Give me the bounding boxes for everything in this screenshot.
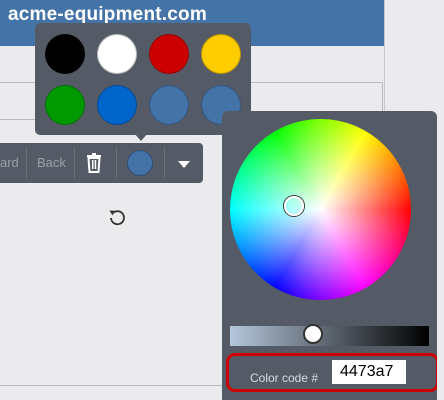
swatch-custom-1[interactable] [149,85,189,125]
brightness-slider[interactable] [230,326,429,346]
swatch-red[interactable] [149,34,189,74]
color-code-label: Color code # [250,371,319,385]
color-code-input[interactable] [332,360,406,384]
color-wheel-handle[interactable] [284,196,304,216]
swatch-green[interactable] [45,85,85,125]
color-wheel[interactable] [230,119,411,300]
color-picker-panel: Color code # [222,111,439,400]
forward-button[interactable]: ard [0,155,19,170]
toolbar-separator [164,148,165,178]
rotate-icon[interactable] [107,207,127,227]
page-margin [437,111,444,400]
swatch-popup [35,23,251,135]
swatch-yellow[interactable] [201,34,241,74]
current-color-button[interactable] [127,150,153,176]
brightness-slider-handle[interactable] [303,324,323,344]
popup-pointer [134,133,148,141]
color-code-field: Color code # [226,353,439,392]
swatch-blue[interactable] [97,85,137,125]
toolbar-separator [26,148,27,178]
toolbar-separator [74,148,75,178]
swatch-white[interactable] [97,34,137,74]
trash-icon[interactable] [86,153,102,173]
toolbar-separator [116,148,117,178]
chevron-down-icon[interactable] [178,161,190,168]
swatch-black[interactable] [45,34,85,74]
back-button[interactable]: Back [37,155,66,170]
edit-toolbar: ard Back [0,143,203,183]
bottom-divider [0,385,230,386]
